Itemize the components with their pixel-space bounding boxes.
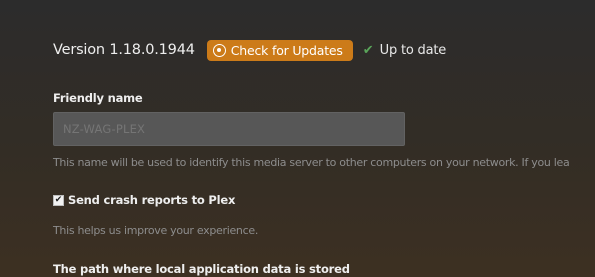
crash-reports-label[interactable]: Send crash reports to Plex bbox=[68, 193, 235, 207]
check-for-updates-button[interactable]: Check for Updates bbox=[206, 39, 353, 61]
friendly-name-input[interactable] bbox=[53, 112, 405, 146]
crash-reports-help: This helps us improve your experience. bbox=[53, 224, 259, 237]
update-circle-icon bbox=[212, 43, 226, 57]
friendly-name-help: This name will be used to identify this … bbox=[53, 156, 570, 169]
update-status: ✔ Up to date bbox=[362, 42, 447, 58]
friendly-name-label: Friendly name bbox=[53, 91, 143, 105]
app-data-path-label: The path where local application data is… bbox=[53, 262, 350, 276]
crash-reports-checkbox[interactable]: ✔ bbox=[53, 194, 64, 206]
version-row: Version 1.18.0.1944 Check for Updates ✔ … bbox=[53, 38, 446, 62]
checkmark-icon: ✔ bbox=[362, 42, 374, 58]
check-for-updates-label: Check for Updates bbox=[230, 42, 343, 58]
version-text: Version 1.18.0.1944 bbox=[53, 42, 195, 58]
update-status-text: Up to date bbox=[379, 42, 447, 58]
crash-reports-option[interactable]: ✔ Send crash reports to Plex bbox=[53, 193, 235, 207]
